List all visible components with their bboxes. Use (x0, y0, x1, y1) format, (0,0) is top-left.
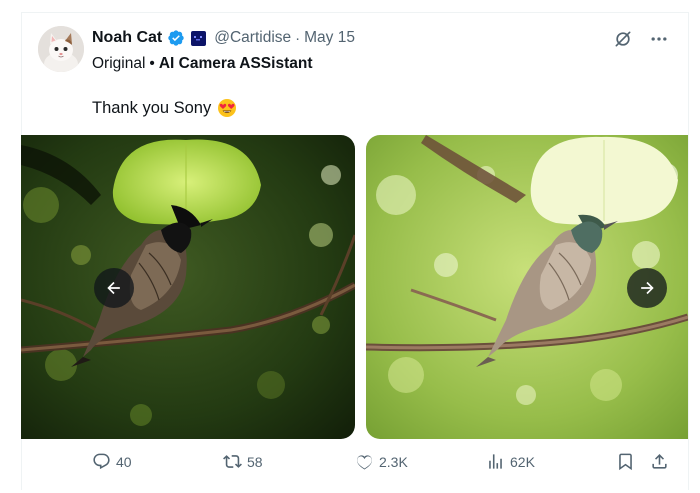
repost-count: 58 (247, 453, 263, 470)
tweet-text: Thank you Sony (92, 98, 237, 118)
more-options-icon[interactable] (648, 28, 670, 50)
tweet-body: Thank you Sony (92, 98, 212, 117)
affiliation-line: Original • AI Camera ASSistant (92, 55, 312, 73)
reply-count: 40 (116, 453, 132, 470)
bookmark-button[interactable] (616, 452, 635, 471)
avatar[interactable] (38, 26, 84, 72)
original-label: Original (92, 55, 146, 72)
author-handle[interactable]: @Cartidise (214, 29, 291, 47)
cat-avatar-icon (38, 26, 84, 72)
repost-icon (223, 455, 242, 468)
subline-separator: • (149, 55, 155, 72)
analytics-icon (489, 454, 502, 469)
grok-icon[interactable] (612, 28, 634, 50)
tweet-top-actions (612, 28, 670, 50)
affiliate-badge-icon (191, 30, 207, 46)
bird-on-branch-dark-icon (21, 135, 355, 439)
separator-dot: · (295, 29, 301, 47)
reply-button[interactable]: 40 (92, 452, 132, 471)
post-date[interactable]: May 15 (304, 29, 355, 47)
bird-photo-original[interactable] (21, 135, 355, 439)
bookmark-icon (619, 453, 632, 471)
tweet-action-bar: 40 58 2.3K 62K (0, 452, 700, 478)
verified-badge-icon (167, 29, 185, 47)
share-button[interactable] (650, 452, 669, 471)
repost-button[interactable]: 58 (223, 452, 263, 471)
next-image-button[interactable] (627, 268, 667, 308)
arrow-left-icon (107, 281, 120, 295)
tweet-header: Noah Cat @Cartidise · May 15 (92, 28, 355, 48)
previous-image-button[interactable] (94, 268, 134, 308)
heart-eyes-emoji-icon (217, 98, 237, 118)
arrow-right-icon (641, 281, 654, 295)
like-count: 2.3K (379, 453, 408, 470)
like-button[interactable]: 2.3K (355, 452, 408, 471)
view-count: 62K (510, 453, 535, 470)
author-name[interactable]: Noah Cat (92, 29, 162, 47)
reply-icon (93, 453, 110, 470)
heart-icon (356, 455, 373, 470)
share-icon (652, 454, 667, 469)
views-button[interactable]: 62K (486, 452, 535, 471)
ai-camera-label[interactable]: AI Camera ASSistant (159, 55, 313, 72)
